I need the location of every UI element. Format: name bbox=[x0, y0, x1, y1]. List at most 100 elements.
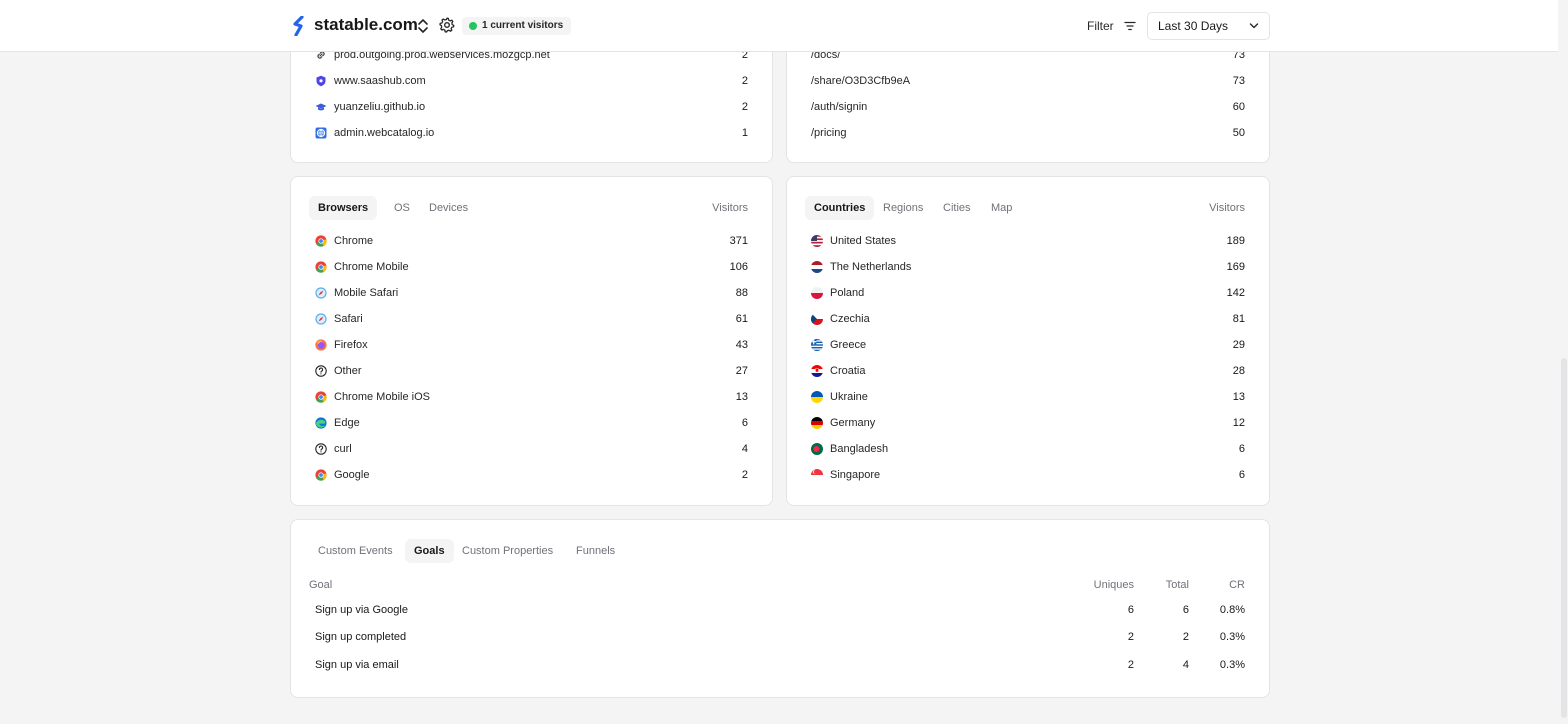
list-item[interactable]: /share/O3D3Cfb9eA 73 bbox=[811, 71, 1245, 91]
safari-icon bbox=[315, 313, 327, 325]
date-range-select[interactable]: Last 30 Days bbox=[1147, 12, 1270, 40]
total-column-header[interactable]: Total bbox=[1166, 578, 1189, 592]
tab-cities[interactable]: Cities bbox=[934, 196, 980, 220]
tab-custom-properties[interactable]: Custom Properties bbox=[453, 539, 562, 563]
chrome-icon bbox=[315, 469, 327, 481]
goal-uniques: 6 bbox=[1127, 604, 1134, 616]
list-item[interactable]: United States 189 bbox=[811, 231, 1245, 251]
list-item[interactable]: Greece 29 bbox=[811, 335, 1245, 355]
tab-countries[interactable]: Countries bbox=[805, 196, 875, 220]
live-dot-icon bbox=[469, 22, 477, 30]
edge-icon bbox=[315, 417, 327, 429]
list-item[interactable]: Firefox 43 bbox=[315, 335, 748, 355]
goal-uniques: 2 bbox=[1127, 631, 1134, 643]
uniques-column-header[interactable]: Uniques bbox=[1094, 578, 1134, 592]
current-visitors-badge: 1 current visitors bbox=[462, 17, 572, 35]
goal-total: 6 bbox=[1182, 604, 1189, 616]
flag-us-icon bbox=[811, 235, 823, 247]
list-item[interactable]: Ukraine 13 bbox=[811, 387, 1245, 407]
flag-de-icon bbox=[811, 417, 823, 429]
firefox-icon bbox=[315, 339, 327, 351]
safari-icon bbox=[315, 287, 327, 299]
list-item[interactable]: The Netherlands 169 bbox=[811, 257, 1245, 277]
goal-cr: 0.3% bbox=[1219, 659, 1245, 671]
top-header: statable.com 1 current visitors Filter L… bbox=[0, 0, 1558, 52]
gear-icon[interactable] bbox=[439, 17, 455, 33]
flag-pl-icon bbox=[811, 287, 823, 299]
list-item[interactable]: yuanzeliu.github.io 2 bbox=[315, 97, 748, 117]
tab-regions[interactable]: Regions bbox=[874, 196, 932, 220]
goal-cr: 0.3% bbox=[1219, 631, 1245, 643]
chrome-icon bbox=[315, 261, 327, 273]
tab-devices[interactable]: Devices bbox=[420, 196, 477, 220]
webcatalog-icon bbox=[315, 127, 327, 139]
list-item[interactable]: Czechia 81 bbox=[811, 309, 1245, 329]
flag-nl-icon bbox=[811, 261, 823, 273]
list-item[interactable]: Poland 142 bbox=[811, 283, 1245, 303]
list-item[interactable]: Edge 6 bbox=[315, 413, 748, 433]
list-item[interactable]: /pricing 50 bbox=[811, 123, 1245, 143]
table-row[interactable]: Sign up via email 2 4 0.3% bbox=[309, 655, 1245, 675]
flag-ua-icon bbox=[811, 391, 823, 403]
visitors-column-header[interactable]: Visitors bbox=[712, 201, 748, 215]
list-item[interactable]: Croatia 28 bbox=[811, 361, 1245, 381]
list-item[interactable]: admin.webcatalog.io 1 bbox=[315, 123, 748, 143]
filter-button[interactable]: Filter bbox=[1087, 17, 1136, 35]
flag-sg-icon bbox=[811, 469, 823, 481]
browsers-card: Browsers OS Devices Visitors Chrome 371 … bbox=[290, 176, 773, 506]
list-item[interactable]: Chrome Mobile 106 bbox=[315, 257, 748, 277]
chevron-down-icon bbox=[1249, 23, 1259, 29]
goal-total: 2 bbox=[1182, 631, 1189, 643]
tab-goals[interactable]: Goals bbox=[405, 539, 454, 563]
site-name[interactable]: statable.com bbox=[314, 14, 418, 36]
date-range-label: Last 30 Days bbox=[1158, 19, 1229, 33]
shield-icon bbox=[316, 75, 326, 87]
list-item[interactable]: Chrome Mobile iOS 13 bbox=[315, 387, 748, 407]
tab-map[interactable]: Map bbox=[982, 196, 1021, 220]
flag-gr-icon bbox=[811, 339, 823, 351]
graduation-cap-icon bbox=[315, 103, 327, 111]
list-item[interactable]: Bangladesh 6 bbox=[811, 439, 1245, 459]
list-item[interactable]: Germany 12 bbox=[811, 413, 1245, 433]
tab-os[interactable]: OS bbox=[385, 196, 419, 220]
visitors-column-header[interactable]: Visitors bbox=[1209, 201, 1245, 215]
filter-label: Filter bbox=[1087, 19, 1114, 33]
goal-total: 4 bbox=[1182, 659, 1189, 671]
list-item[interactable]: Mobile Safari 88 bbox=[315, 283, 748, 303]
tab-funnels[interactable]: Funnels bbox=[567, 539, 624, 563]
filter-lines-icon bbox=[1124, 21, 1136, 31]
flag-cz-icon bbox=[811, 313, 823, 325]
list-item[interactable]: Chrome 371 bbox=[315, 231, 748, 251]
events-card: Custom Events Goals Custom Properties Fu… bbox=[290, 519, 1270, 698]
goal-cr: 0.8% bbox=[1219, 604, 1245, 616]
countries-card: Countries Regions Cities Map Visitors Un… bbox=[786, 176, 1270, 506]
list-item[interactable]: Other 27 bbox=[315, 361, 748, 381]
goal-uniques: 2 bbox=[1127, 659, 1134, 671]
flag-hr-icon bbox=[811, 365, 823, 377]
question-icon bbox=[315, 365, 327, 377]
list-item[interactable]: /auth/signin 60 bbox=[811, 97, 1245, 117]
cr-column-header[interactable]: CR bbox=[1229, 578, 1245, 592]
scrollbar-thumb[interactable] bbox=[1561, 358, 1567, 718]
chevron-up-down-icon[interactable] bbox=[417, 18, 429, 34]
flag-bd-icon bbox=[811, 443, 823, 455]
table-row[interactable]: Sign up completed 2 2 0.3% bbox=[309, 627, 1245, 647]
statable-logo-icon[interactable] bbox=[291, 16, 307, 36]
list-item[interactable]: curl 4 bbox=[315, 439, 748, 459]
list-item[interactable]: Singapore 6 bbox=[811, 465, 1245, 485]
question-icon bbox=[315, 443, 327, 455]
list-item[interactable]: Google 2 bbox=[315, 465, 748, 485]
chrome-icon bbox=[315, 235, 327, 247]
goal-name: Sign up via email bbox=[315, 659, 399, 671]
current-visitors-label: 1 current visitors bbox=[482, 20, 564, 31]
goal-name: Sign up via Google bbox=[315, 604, 408, 616]
tab-browsers[interactable]: Browsers bbox=[309, 196, 378, 220]
page-scrollbar[interactable] bbox=[1558, 0, 1568, 724]
table-row[interactable]: Sign up via Google 6 6 0.8% bbox=[309, 600, 1245, 620]
goal-name: Sign up completed bbox=[315, 631, 407, 643]
list-item[interactable]: www.saashub.com 2 bbox=[315, 71, 748, 91]
goal-column-header[interactable]: Goal bbox=[309, 578, 332, 592]
chrome-icon bbox=[315, 391, 327, 403]
tab-custom-events[interactable]: Custom Events bbox=[309, 539, 402, 563]
list-item[interactable]: Safari 61 bbox=[315, 309, 748, 329]
